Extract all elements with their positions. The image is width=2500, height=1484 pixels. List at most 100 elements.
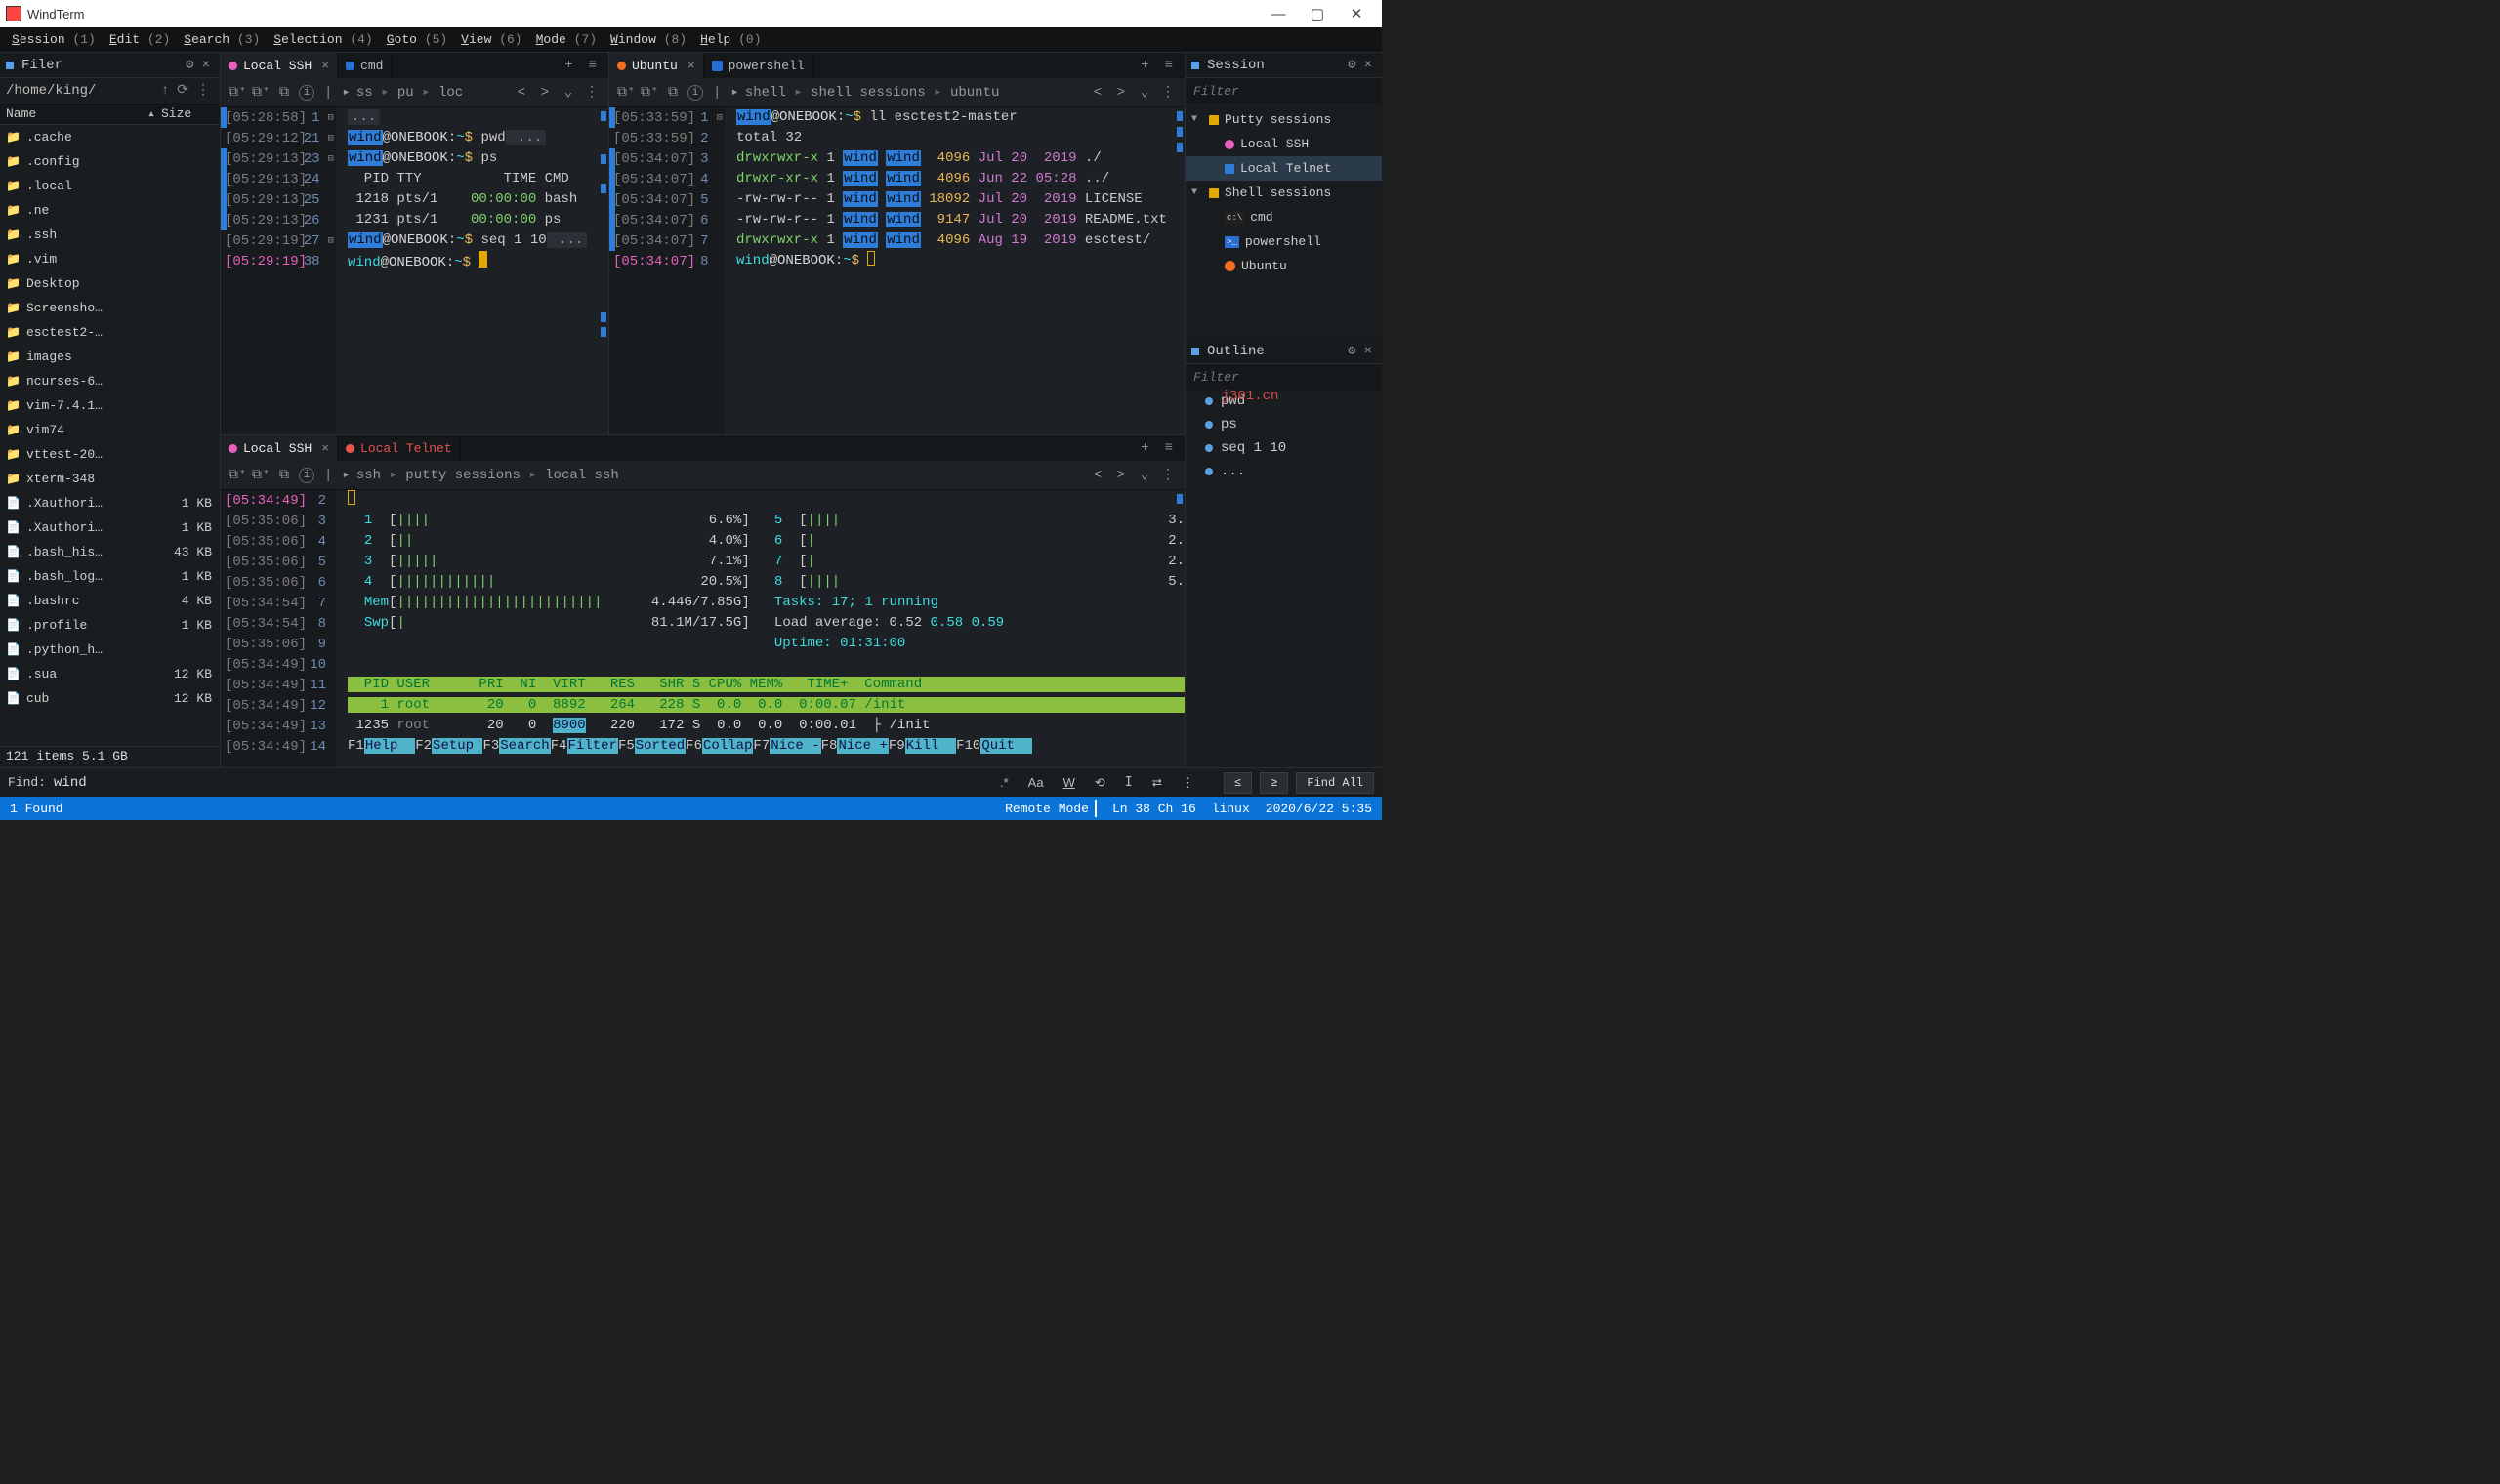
up-icon[interactable]: ↑	[157, 83, 173, 99]
maximize-button[interactable]: ▢	[1298, 5, 1337, 22]
find-next-button[interactable]: ≥	[1260, 772, 1288, 794]
terminal-b-breadcrumbs[interactable]: shell ▸ shell sessions ▸ ubuntu	[745, 84, 1000, 101]
close-icon[interactable]: ×	[1360, 344, 1376, 359]
window-icon[interactable]: ⧉⁺	[641, 84, 658, 101]
file-row[interactable]: 📄.sua12 KB	[0, 662, 220, 686]
file-row[interactable]: 📄.Xauthori…1 KB	[0, 515, 220, 540]
menu-session[interactable]: Session (1)	[6, 30, 102, 49]
tab-ubuntu[interactable]: Ubuntu×	[609, 53, 704, 78]
outline-item[interactable]: ps	[1186, 413, 1382, 436]
new-window-icon[interactable]: ⧉⁺	[229, 84, 246, 101]
menu-icon[interactable]: ≡	[1161, 440, 1177, 456]
close-icon[interactable]: ×	[1360, 58, 1376, 73]
tree-group[interactable]: ▼Putty sessions	[1186, 107, 1382, 132]
new-window-icon[interactable]: ⧉⁺	[617, 84, 635, 101]
find-prev-button[interactable]: ≤	[1224, 772, 1252, 794]
file-row[interactable]: 📁.ne	[0, 198, 220, 223]
minimap-b[interactable]	[1171, 107, 1185, 434]
filer-path[interactable]: /home/king/	[6, 83, 96, 99]
menu-edit[interactable]: Edit (2)	[104, 30, 176, 49]
wrap-option[interactable]: ⟲	[1089, 775, 1111, 791]
chevron-down-icon[interactable]: ⌄	[560, 84, 577, 101]
info-icon[interactable]: i	[299, 85, 314, 101]
split-icon[interactable]: ⧉	[275, 468, 293, 483]
chevron-right-icon[interactable]: >	[536, 85, 554, 101]
menu-view[interactable]: View (6)	[455, 30, 527, 49]
file-row[interactable]: 📁esctest2-…	[0, 320, 220, 345]
file-row[interactable]: 📁ncurses-6…	[0, 369, 220, 393]
status-position[interactable]: Ln 38 Ch 16	[1112, 802, 1196, 816]
minimap-a[interactable]	[595, 107, 608, 434]
tab-local-telnet[interactable]: Local Telnet	[338, 435, 461, 461]
tab-close-icon[interactable]: ×	[688, 59, 695, 73]
file-row[interactable]: 📁vttest-20…	[0, 442, 220, 467]
new-window-icon[interactable]: ⧉⁺	[229, 467, 246, 483]
tree-item[interactable]: c:\cmd	[1186, 205, 1382, 229]
add-tab-icon[interactable]: +	[1137, 440, 1152, 456]
tree-group[interactable]: ▼Shell sessions	[1186, 181, 1382, 205]
file-row[interactable]: 📁.vim	[0, 247, 220, 271]
chevron-down-icon[interactable]: ⌄	[1136, 84, 1153, 101]
status-os[interactable]: linux	[1212, 802, 1250, 816]
menu-help[interactable]: Help (0)	[694, 30, 767, 49]
regex-option[interactable]: .*	[994, 775, 1015, 790]
find-input[interactable]	[54, 775, 249, 791]
find-all-button[interactable]: Find All	[1296, 772, 1374, 794]
session-tree[interactable]: ▼Putty sessionsLocal SSHLocal Telnet▼She…	[1186, 103, 1382, 282]
menu-mode[interactable]: Mode (7)	[530, 30, 603, 49]
window-icon[interactable]: ⧉⁺	[252, 467, 270, 483]
chevron-left-icon[interactable]: <	[1089, 468, 1106, 483]
tab-close-icon[interactable]: ×	[321, 441, 329, 456]
gear-icon[interactable]: ⚙	[1344, 343, 1359, 359]
menu-goto[interactable]: Goto (5)	[381, 30, 453, 49]
split-icon[interactable]: ⧉	[664, 85, 682, 101]
more-icon[interactable]: ⋮	[192, 82, 214, 99]
file-row[interactable]: 📄.python_h…	[0, 638, 220, 662]
filer-columns[interactable]: Name ▴ Size	[0, 103, 220, 125]
menu-window[interactable]: Window (8)	[604, 30, 692, 49]
kebab-icon[interactable]: ⋮	[583, 84, 601, 101]
file-row[interactable]: 📁Desktop	[0, 271, 220, 296]
outline-item[interactable]: ...	[1186, 460, 1382, 483]
tree-item[interactable]: >_powershell	[1186, 229, 1382, 254]
col-size[interactable]: Size	[161, 106, 220, 121]
outline-filter-input[interactable]	[1186, 364, 1382, 390]
window-icon[interactable]: ⧉⁺	[252, 84, 270, 101]
menu-search[interactable]: Search (3)	[178, 30, 266, 49]
tab-local-ssh[interactable]: Local SSH×	[221, 435, 338, 461]
info-icon[interactable]: i	[688, 85, 703, 101]
refresh-icon[interactable]: ⟳	[173, 82, 192, 99]
tab-close-icon[interactable]: ×	[321, 59, 329, 73]
close-icon[interactable]: ×	[198, 58, 214, 73]
tree-item[interactable]: Local Telnet	[1186, 156, 1382, 181]
tab-local-ssh[interactable]: Local SSH×	[221, 53, 338, 78]
col-name[interactable]: Name	[0, 106, 142, 121]
minimize-button[interactable]: —	[1259, 6, 1298, 22]
file-row[interactable]: 📄.bash_log…1 KB	[0, 564, 220, 589]
terminal-c-body[interactable]: [05:34:49]2[05:35:06]3[05:35:06]4[05:35:…	[221, 490, 1185, 767]
split-icon[interactable]: ⧉	[275, 85, 293, 101]
file-row[interactable]: 📁vim74	[0, 418, 220, 442]
tab-cmd[interactable]: cmd	[338, 53, 392, 78]
menu-icon[interactable]: ≡	[1161, 58, 1177, 73]
expand-option[interactable]: ⮂	[1146, 775, 1168, 791]
tree-item[interactable]: Local SSH	[1186, 132, 1382, 156]
case-option[interactable]: Aa	[1022, 775, 1050, 790]
info-icon[interactable]: i	[299, 468, 314, 483]
file-row[interactable]: 📄.bash_his…43 KB	[0, 540, 220, 564]
close-button[interactable]: ✕	[1337, 5, 1376, 22]
add-tab-icon[interactable]: +	[561, 58, 576, 73]
file-row[interactable]: 📁.config	[0, 149, 220, 174]
outline-item[interactable]: seq 1 10	[1186, 436, 1382, 460]
file-row[interactable]: 📁.ssh	[0, 223, 220, 247]
terminal-a-breadcrumbs[interactable]: ss ▸ pu ▸ loc	[356, 84, 463, 101]
chevron-left-icon[interactable]: <	[1089, 85, 1106, 101]
session-filter-input[interactable]	[1186, 78, 1382, 103]
chevron-left-icon[interactable]: <	[513, 85, 530, 101]
menu-selection[interactable]: Selection (4)	[268, 30, 378, 49]
minimap-c[interactable]	[1171, 490, 1185, 767]
chevron-right-icon[interactable]: >	[1112, 468, 1130, 483]
file-row[interactable]: 📄.bashrc4 KB	[0, 589, 220, 613]
file-row[interactable]: 📁xterm-348	[0, 467, 220, 491]
outline-list[interactable]: pwdpsseq 1 10...	[1186, 390, 1382, 483]
